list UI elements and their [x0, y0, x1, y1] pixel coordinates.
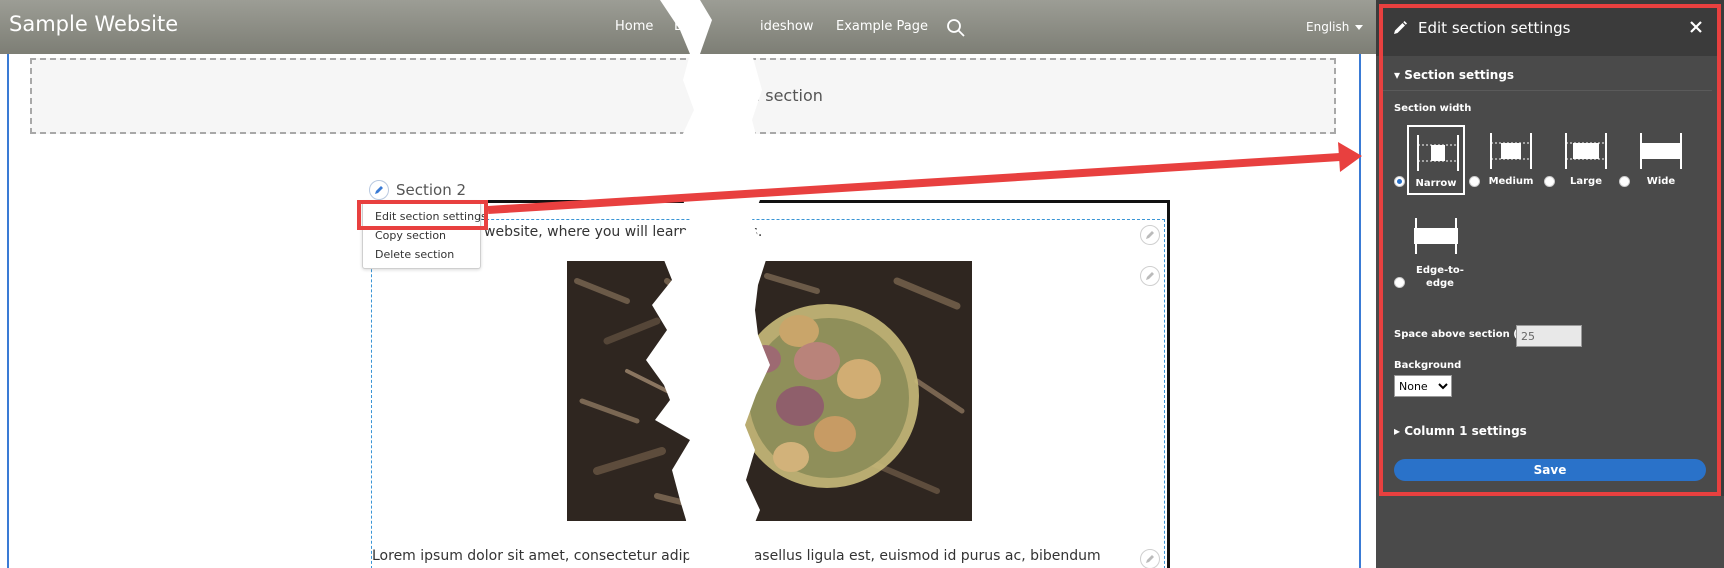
intro-paragraph: website, where you will learn a otatoes. [484, 224, 763, 240]
screenshot: Sample Website Home Bl ideshow Example P… [0, 0, 1724, 568]
edge-to-edge-width-icon [1414, 218, 1458, 254]
edit-image-block-button[interactable] [1140, 266, 1160, 286]
nav-link-example-page[interactable]: Example Page [836, 19, 928, 34]
section-settings-toggle[interactable]: ▾ Section settings [1394, 68, 1514, 82]
width-radio-medium[interactable] [1469, 176, 1480, 187]
medium-width-icon [1490, 133, 1532, 169]
settings-panel: Edit section settings ▾ Section settings… [1376, 0, 1724, 568]
annotation-highlight-box [357, 200, 488, 230]
section-settings-header: Section settings [1404, 68, 1515, 82]
caret-down-icon: ▾ [1394, 68, 1405, 82]
width-label-medium: Medium [1488, 176, 1534, 187]
caret-right-icon: ▸ [1394, 424, 1405, 438]
width-radio-narrow[interactable] [1394, 176, 1405, 187]
search-icon[interactable] [946, 18, 966, 38]
section-edit-button[interactable] [369, 180, 389, 200]
add-section-dropzone[interactable] [30, 58, 1336, 134]
width-label-narrow: Narrow [1415, 178, 1457, 189]
large-width-icon [1565, 133, 1607, 169]
edit-body-block-button[interactable] [1140, 549, 1160, 568]
width-label-edge-to-edge: Edge-to-edge [1416, 265, 1464, 289]
wide-width-icon [1640, 133, 1682, 169]
body-paragraph: Lorem ipsum dolor sit amet, consectetur … [372, 548, 1101, 564]
potatoes-photo [567, 261, 972, 521]
pencil-icon [1146, 231, 1154, 239]
width-radio-edge-to-edge[interactable] [1394, 277, 1405, 288]
menu-item-delete-section[interactable]: Delete section [375, 248, 454, 261]
panel-header: Edit section settings [1376, 0, 1724, 56]
width-option-edge-to-edge[interactable]: Edge-to-edge [1407, 210, 1465, 294]
panel-title: Edit section settings [1418, 19, 1571, 37]
width-option-wide[interactable]: Wide [1632, 125, 1690, 195]
nav-link-slideshow[interactable]: ideshow [760, 19, 813, 34]
column-settings-header: Column 1 settings [1404, 424, 1527, 438]
background-label: Background [1394, 360, 1462, 371]
panel-scrollbar[interactable] [1718, 56, 1724, 496]
section-title: Section 2 [396, 181, 467, 199]
nav-link-home[interactable]: Home [615, 19, 653, 34]
narrow-width-icon [1417, 135, 1459, 171]
width-option-narrow[interactable]: Narrow [1407, 125, 1465, 195]
pencil-icon [1146, 555, 1154, 563]
width-label-large: Large [1570, 176, 1602, 187]
site-title[interactable]: Sample Website [9, 12, 178, 36]
save-button[interactable]: Save [1394, 459, 1706, 481]
close-icon[interactable] [1686, 17, 1706, 37]
divider [1382, 90, 1712, 91]
edit-text-block-button[interactable] [1140, 225, 1160, 245]
width-option-large[interactable]: Large [1557, 125, 1615, 195]
site-navbar: Sample Website Home Bl ideshow Example P… [0, 0, 1376, 54]
nav-link-blog[interactable]: Bl [674, 19, 687, 34]
section-width-label: Section width [1394, 103, 1472, 114]
width-radio-wide[interactable] [1619, 176, 1630, 187]
column-settings-toggle[interactable]: ▸ Column 1 settings [1394, 424, 1527, 438]
add-section-label: d section [750, 86, 823, 105]
pencil-icon [1394, 21, 1407, 34]
pencil-icon [1146, 272, 1154, 280]
width-option-medium[interactable]: Medium [1482, 125, 1540, 195]
menu-item-copy-section[interactable]: Copy section [375, 229, 446, 242]
space-above-label: Space above section (px) [1394, 329, 1536, 340]
language-selector[interactable]: English [1306, 20, 1364, 34]
width-label-wide: Wide [1646, 176, 1676, 187]
language-label: English [1306, 20, 1350, 34]
chevron-down-icon [1355, 25, 1364, 30]
space-above-input[interactable] [1516, 325, 1582, 347]
background-select[interactable]: None [1394, 375, 1452, 397]
width-radio-large[interactable] [1544, 176, 1555, 187]
pencil-icon [375, 186, 383, 194]
